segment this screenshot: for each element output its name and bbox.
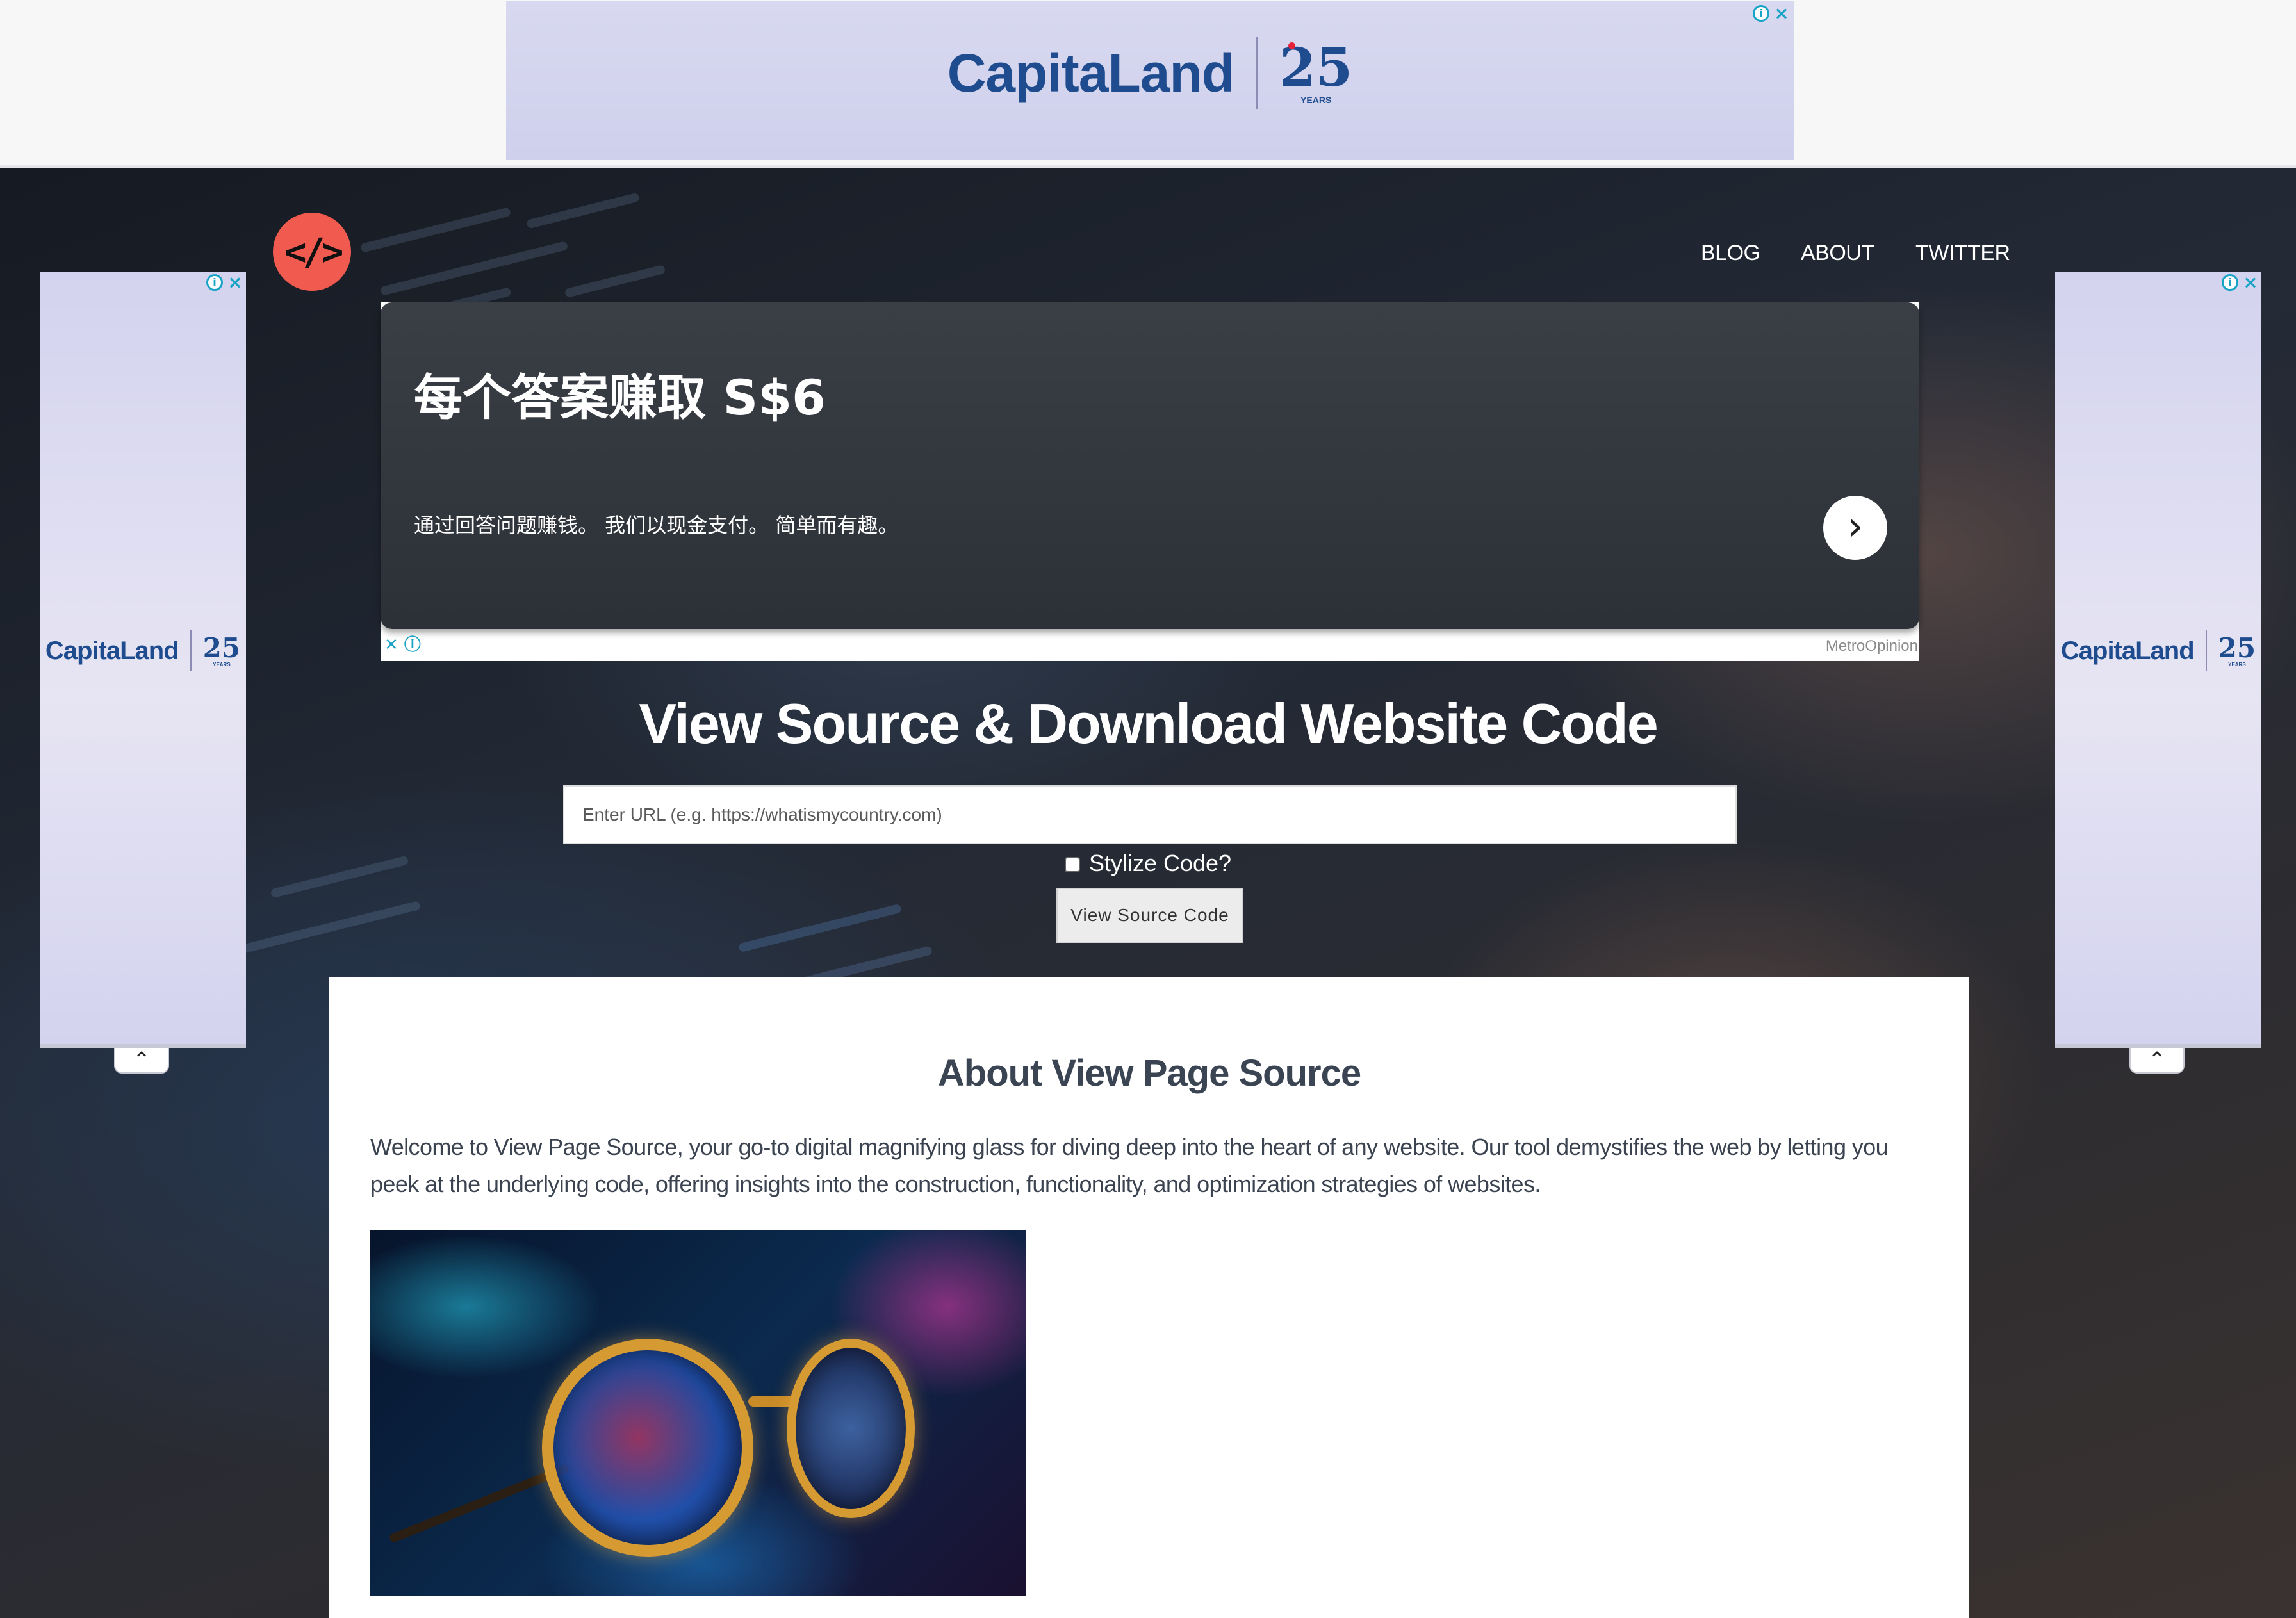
info-icon[interactable]: i: [2222, 274, 2238, 291]
stylize-label: Stylize Code?: [1088, 850, 1232, 876]
native-ad-sponsor[interactable]: MetroOpinion: [1826, 637, 1918, 656]
chevron-up-icon[interactable]: ⌃: [2129, 1048, 2185, 1074]
info-icon[interactable]: i: [1753, 5, 1769, 22]
nav-about[interactable]: ABOUT: [1801, 237, 1874, 269]
about-heading: About View Page Source: [937, 1052, 1361, 1094]
ad-controls: i ×: [2222, 274, 2259, 291]
close-icon[interactable]: ×: [2242, 274, 2259, 291]
nav-twitter[interactable]: TWITTER: [1915, 237, 2010, 269]
ad-anniversary-mark: 25 YEARS: [2218, 632, 2256, 667]
view-source-button[interactable]: View Source Code: [1056, 888, 1243, 943]
ad-brand-divider: [1256, 37, 1258, 109]
close-icon[interactable]: ×: [227, 274, 243, 291]
chevron-right-icon[interactable]: ›: [1823, 496, 1887, 560]
native-ad-headline: 每个答案赚取 S$6: [414, 369, 826, 426]
about-body: Welcome to View Page Source, your go-to …: [370, 1134, 1889, 1197]
main-nav: BLOG ABOUT TWITTER: [0, 237, 2296, 269]
ad-brand-logo: CapitaLand 25 YEARS: [40, 630, 246, 671]
ad-anniversary-mark: 25 YEARS: [202, 632, 241, 667]
top-banner-ad[interactable]: i × CapitaLand 25 YEARS: [506, 1, 1794, 160]
ad-brand-divider: [190, 630, 192, 671]
close-icon[interactable]: ×: [1773, 4, 1790, 22]
left-skyscraper-ad[interactable]: i × CapitaLand 25 YEARS: [40, 272, 246, 1048]
ad-brand-divider: [2205, 630, 2207, 671]
ad-brand-logo: CapitaLand 25 YEARS: [2055, 630, 2261, 671]
ad-brand-name: CapitaLand: [2060, 637, 2195, 665]
ad-controls: i ×: [206, 274, 243, 291]
ad-brand-name: CapitaLand: [947, 43, 1234, 103]
url-input[interactable]: [563, 785, 1737, 844]
stylize-checkbox[interactable]: [1064, 857, 1080, 872]
native-ad[interactable]: 每个答案赚取 S$6 通过回答问题赚钱。 我们以现金支付。 简单而有趣。 › ✕…: [381, 302, 1919, 661]
page-title: View Source & Download Website Code: [639, 692, 1658, 755]
nav-blog[interactable]: BLOG: [1701, 237, 1760, 269]
ad-anniversary-mark: 25 YEARS: [1279, 37, 1353, 105]
ad-brand-logo: CapitaLand 25 YEARS: [506, 37, 1794, 109]
native-ad-card[interactable]: 每个答案赚取 S$6 通过回答问题赚钱。 我们以现金支付。 简单而有趣。 ›: [381, 302, 1919, 629]
info-icon[interactable]: i: [206, 274, 223, 291]
native-ad-footer: ✕ ⓘ MetroOpinion: [381, 629, 1919, 661]
ad-controls: i ×: [1753, 4, 1790, 22]
chevron-up-icon[interactable]: ⌃: [114, 1048, 169, 1074]
native-ad-body: 通过回答问题赚钱。 我们以现金支付。 简单而有趣。: [414, 513, 899, 537]
ad-choices-icon[interactable]: ✕ ⓘ: [384, 634, 421, 656]
stylize-option[interactable]: Stylize Code?: [0, 846, 2296, 881]
ad-brand-name: CapitaLand: [45, 637, 179, 665]
about-section: About View Page Source Welcome to View P…: [329, 977, 1969, 1618]
top-ad-strip: i × CapitaLand 25 YEARS: [0, 0, 2296, 168]
glasses-over-code-image: [370, 1230, 1026, 1596]
right-skyscraper-ad[interactable]: i × CapitaLand 25 YEARS: [2055, 272, 2261, 1048]
